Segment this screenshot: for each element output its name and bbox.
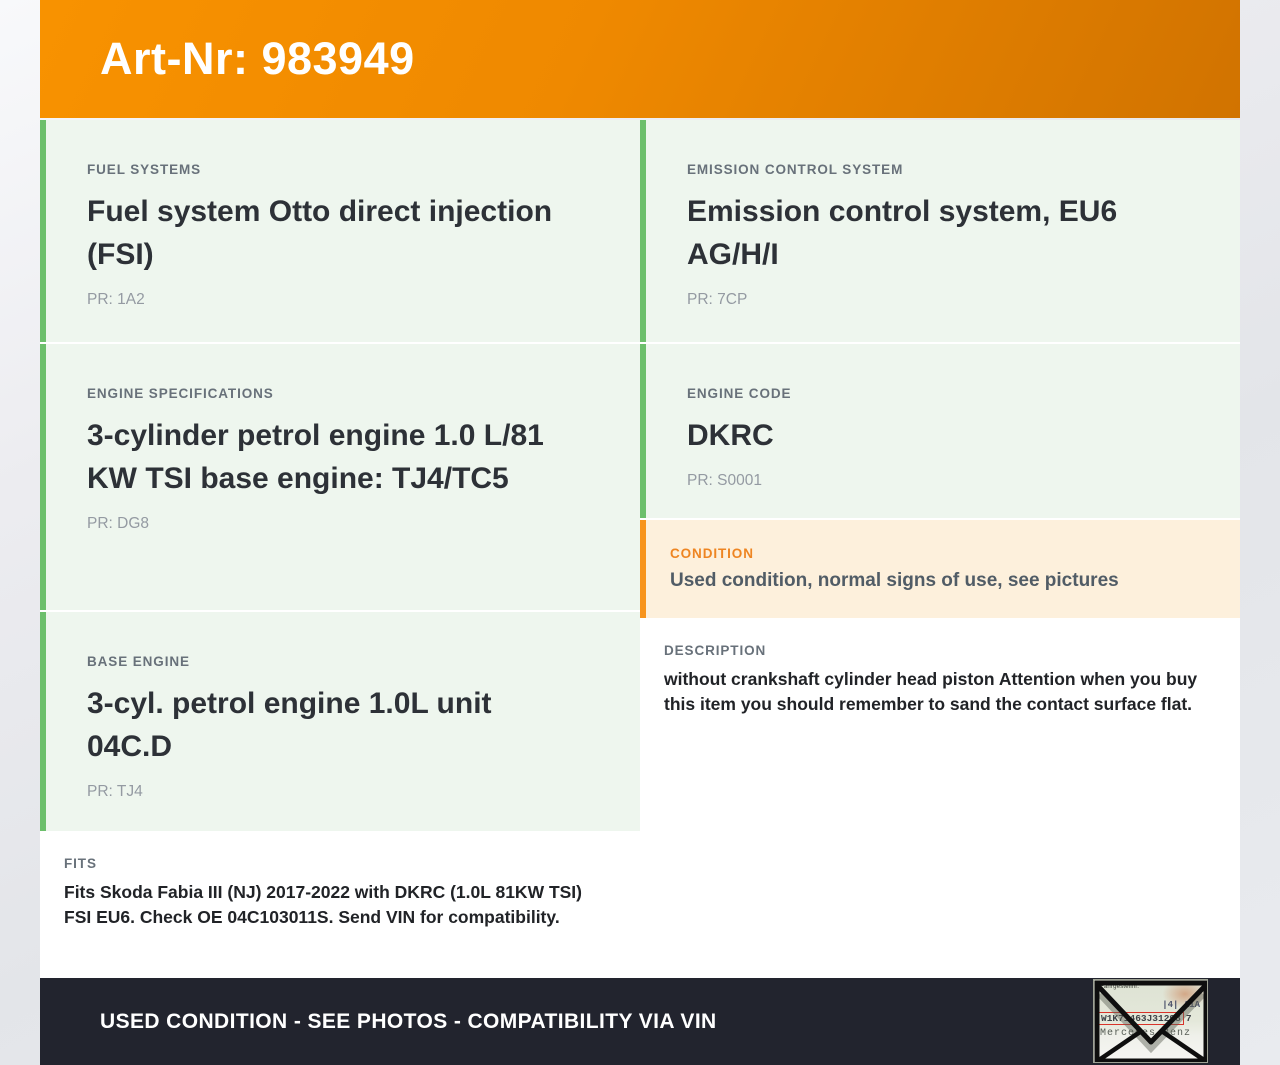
card-title: DKRC <box>687 419 774 452</box>
pr-code: PR: S0001 <box>687 472 762 489</box>
vin-document-image: Fahrgestellnr. |4| AiA W1K71463J31298 7 … <box>1093 979 1208 1063</box>
spec-card-grid: FUEL SYSTEMS Fuel system Otto direct inj… <box>40 120 1240 978</box>
card-label: EMISSION CONTROL SYSTEM <box>687 162 904 177</box>
card-title: 3-cyl. petrol engine 1.0L unit 04C.D <box>87 687 492 763</box>
card-title: Fuel system Otto direct injection (FSI) <box>87 195 553 271</box>
card-fuel-systems: FUEL SYSTEMS Fuel system Otto direct inj… <box>40 120 640 342</box>
card-fits: FITS Fits Skoda Fabia III (NJ) 2017-2022… <box>40 833 640 978</box>
card-emission-control: EMISSION CONTROL SYSTEM Emission control… <box>640 120 1240 342</box>
card-label: BASE ENGINE <box>87 654 190 669</box>
card-engine-code: ENGINE CODE DKRC PR: S0001 <box>640 344 1240 518</box>
pr-code: PR: 1A2 <box>87 291 145 308</box>
card-label: DESCRIPTION <box>664 643 767 658</box>
card-title: Emission control system, EU6 AG/H/I <box>687 195 1118 271</box>
right-column: EMISSION CONTROL SYSTEM Emission control… <box>640 120 1240 978</box>
header-banner: Art-Nr: 983949 <box>40 0 1240 118</box>
card-base-engine: BASE ENGINE 3-cyl. petrol engine 1.0L un… <box>40 612 640 831</box>
card-title: 3-cylinder petrol engine 1.0 L/81 KW TSI… <box>87 419 544 495</box>
fits-text: Fits Skoda Fabia III (NJ) 2017-2022 with… <box>64 882 583 927</box>
envelope-icon <box>1094 980 1207 1062</box>
card-label: FUEL SYSTEMS <box>87 162 202 177</box>
left-column: FUEL SYSTEMS Fuel system Otto direct inj… <box>40 120 640 978</box>
listing-page: Art-Nr: 983949 FUEL SYSTEMS Fuel system … <box>40 0 1240 978</box>
pr-code: PR: TJ4 <box>87 783 143 800</box>
footer-text: USED CONDITION - SEE PHOTOS - COMPATIBIL… <box>100 1009 717 1033</box>
footer-banner: USED CONDITION - SEE PHOTOS - COMPATIBIL… <box>40 978 1240 1065</box>
description-text: without crankshaft cylinder head piston … <box>664 669 1198 714</box>
card-condition: CONDITION Used condition, normal signs o… <box>640 520 1240 618</box>
pr-code: PR: 7CP <box>687 291 748 308</box>
page-title: Art-Nr: 983949 <box>100 33 415 84</box>
card-description: DESCRIPTION without crankshaft cylinder … <box>640 620 1240 978</box>
card-engine-specifications: ENGINE SPECIFICATIONS 3-cylinder petrol … <box>40 344 640 610</box>
card-label: CONDITION <box>670 546 754 561</box>
card-label: ENGINE CODE <box>687 386 792 401</box>
card-label: ENGINE SPECIFICATIONS <box>87 386 274 401</box>
condition-text: Used condition, normal signs of use, see… <box>670 570 1119 591</box>
card-label: FITS <box>64 856 97 871</box>
pr-code: PR: DG8 <box>87 515 150 532</box>
